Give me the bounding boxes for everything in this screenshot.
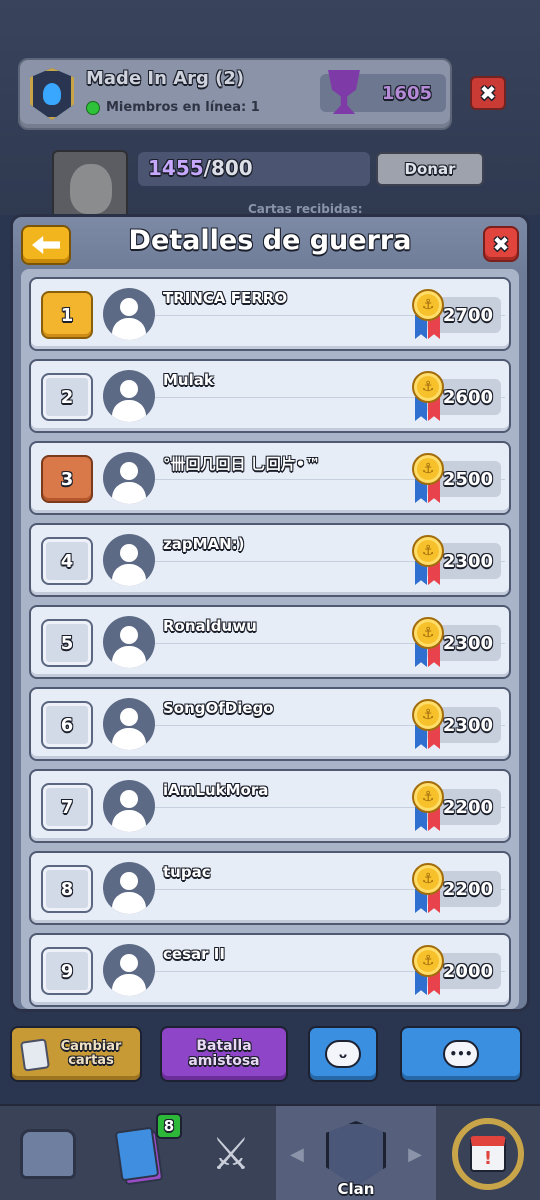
ranking-row[interactable]: 8 tupac 2200 ⚓ [29, 851, 511, 925]
medal-icon: ⚓ [411, 863, 445, 913]
cards-icon: 8 [114, 1113, 182, 1186]
donate-button[interactable]: Donar [376, 152, 484, 186]
player-name: cesar II [163, 945, 225, 963]
player-avatar-icon [103, 698, 155, 750]
player-name: tupac [163, 863, 211, 881]
chevron-right-icon: ▶ [408, 1144, 422, 1165]
player-avatar-icon [103, 616, 155, 668]
player-avatar-icon [103, 944, 155, 996]
war-details-modal: Detalles de guerra ✖ 1 TRINCA FERRO 2700… [10, 214, 530, 1012]
clan-close-button[interactable]: ✖ [470, 76, 506, 110]
nav-clan[interactable]: ◀ ▶ Clan [276, 1106, 436, 1200]
player-avatar-icon [103, 288, 155, 340]
player-avatar-icon [103, 780, 155, 832]
donation-current: 1455 [148, 156, 204, 180]
emote-button[interactable]: ᴗ [308, 1026, 378, 1082]
swords-icon: ⚔ [211, 1128, 251, 1180]
chat-button[interactable]: ••• [400, 1026, 522, 1082]
ranking-row[interactable]: 7 iAmLukMora 2200 ⚓ [29, 769, 511, 843]
war-ranking-list[interactable]: 1 TRINCA FERRO 2700 ⚓ 2 Mulak 2600 ⚓ 3 °… [21, 269, 519, 1009]
clan-icon [326, 1121, 386, 1187]
medal-icon: ⚓ [411, 617, 445, 667]
calendar-icon: ! [470, 1136, 506, 1172]
bottom-nav: 8 ⚔ ◀ ▶ Clan ! [0, 1104, 540, 1200]
medal-icon: ⚓ [411, 453, 445, 503]
player-name: iAmLukMora [163, 781, 269, 799]
player-avatar-icon [103, 452, 155, 504]
rank-badge: 1 [41, 291, 93, 339]
clan-info-card[interactable]: Made In Arg (2) Miembros en línea: 1 160… [18, 58, 452, 130]
cards-badge: 8 [156, 1113, 182, 1139]
rank-badge: 3 [41, 455, 93, 503]
cards-icon [20, 1038, 50, 1072]
medal-icon: ⚓ [411, 699, 445, 749]
swap-cards-label: Cambiar cartas [60, 1039, 122, 1068]
player-name: TRINCA FERRO [163, 289, 288, 307]
modal-close-button[interactable]: ✖ [483, 226, 519, 262]
medal-icon: ⚓ [411, 535, 445, 585]
medal-icon: ⚓ [411, 371, 445, 421]
donation-total: /800 [203, 156, 253, 180]
friendly-battle-button[interactable]: Batalla amistosa [160, 1026, 288, 1082]
rank-badge: 8 [41, 865, 93, 913]
donation-progress: 1455/800 [138, 152, 370, 186]
ranking-row[interactable]: 9 cesar II 2000 ⚓ [29, 933, 511, 1007]
player-avatar-icon [103, 370, 155, 422]
ranking-row[interactable]: 2 Mulak 2600 ⚓ [29, 359, 511, 433]
clan-name: Made In Arg (2) [86, 68, 245, 89]
rank-badge: 9 [41, 947, 93, 995]
online-members: Miembros en línea: 1 [86, 100, 260, 115]
ranking-row[interactable]: 1 TRINCA FERRO 2700 ⚓ [29, 277, 511, 351]
nav-battle[interactable]: ⚔ [186, 1112, 276, 1196]
clan-badge-icon [30, 68, 74, 120]
player-name: Mulak [163, 371, 214, 389]
rank-badge: 6 [41, 701, 93, 749]
ranking-row[interactable]: 3 °卌回几回日 乚回片•™ 2500 ⚓ [29, 441, 511, 515]
rank-badge: 4 [41, 537, 93, 585]
player-avatar-icon [103, 534, 155, 586]
nav-clan-label: Clan [337, 1180, 375, 1198]
nav-cards[interactable]: 8 [96, 1112, 186, 1196]
rank-badge: 2 [41, 373, 93, 421]
rank-badge: 7 [41, 783, 93, 831]
medal-icon: ⚓ [411, 289, 445, 339]
friendly-battle-label: Batalla amistosa [188, 1038, 260, 1069]
nav-shop[interactable] [0, 1112, 96, 1196]
swap-cards-button[interactable]: Cambiar cartas [10, 1026, 142, 1082]
online-members-label: Miembros en línea: 1 [106, 100, 260, 115]
rank-badge: 5 [41, 619, 93, 667]
medal-icon: ⚓ [411, 945, 445, 995]
chevron-left-icon: ◀ [290, 1144, 304, 1165]
ranking-row[interactable]: 4 zapMAN:) 2300 ⚓ [29, 523, 511, 597]
online-dot-icon [86, 100, 100, 115]
nav-events[interactable]: ! [436, 1112, 540, 1196]
chat-icon: ••• [443, 1040, 479, 1068]
player-name: SongOfDiego [163, 699, 274, 717]
emote-icon: ᴗ [325, 1040, 361, 1068]
player-name: zapMAN:) [163, 535, 245, 553]
ranking-row[interactable]: 5 Ronalduwu 2300 ⚓ [29, 605, 511, 679]
medal-icon: ⚓ [411, 781, 445, 831]
player-name: °卌回几回日 乚回片•™ [163, 455, 321, 473]
player-name: Ronalduwu [163, 617, 257, 635]
modal-title: Detalles de guerra [128, 225, 412, 256]
player-avatar-icon [103, 862, 155, 914]
chest-icon [20, 1129, 76, 1179]
events-icon: ! [452, 1118, 524, 1190]
ranking-row[interactable]: 6 SongOfDiego 2300 ⚓ [29, 687, 511, 761]
